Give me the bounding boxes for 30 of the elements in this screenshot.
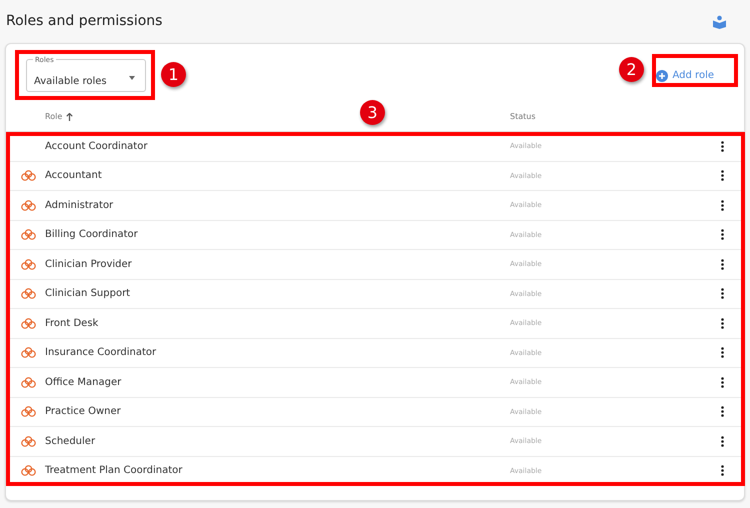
more-options-icon xyxy=(720,288,724,300)
role-name[interactable]: Account Coordinator xyxy=(45,140,148,152)
more-options-icon xyxy=(720,140,724,152)
role-name[interactable]: Scheduler xyxy=(45,436,96,447)
more-options-icon xyxy=(720,200,724,211)
more-options-icon xyxy=(720,436,724,447)
add-role-button[interactable]: Add role xyxy=(650,64,720,87)
role-name[interactable]: Billing Coordinator xyxy=(45,229,138,240)
more-options-icon xyxy=(720,258,724,270)
role-name[interactable]: Front Desk xyxy=(45,318,98,329)
more-options-icon xyxy=(720,170,724,182)
page-title: Roles and permissions xyxy=(6,12,162,31)
role-name[interactable]: Clinician Provider xyxy=(45,258,132,270)
role-name[interactable]: Treatment Plan Coordinator xyxy=(45,465,182,476)
more-options-icon xyxy=(720,406,724,418)
more-options-icon xyxy=(720,347,724,358)
more-options-icon xyxy=(720,376,724,388)
role-name[interactable]: Office Manager xyxy=(45,376,122,388)
column-header[interactable]: Status xyxy=(510,110,536,122)
plus-circle-icon xyxy=(656,70,668,82)
more-options-icon xyxy=(720,318,724,329)
role-name[interactable]: Insurance Coordinator xyxy=(45,347,156,358)
help-book-icon[interactable] xyxy=(713,14,726,28)
role-name[interactable]: Practice Owner xyxy=(45,406,121,418)
column-header[interactable]: Role xyxy=(45,110,74,122)
role-name[interactable]: Accountant xyxy=(45,170,102,182)
role-name[interactable]: Clinician Support xyxy=(45,288,130,300)
more-options-icon xyxy=(720,465,724,476)
role-name[interactable]: Administrator xyxy=(45,200,114,211)
more-options-icon xyxy=(720,229,724,240)
